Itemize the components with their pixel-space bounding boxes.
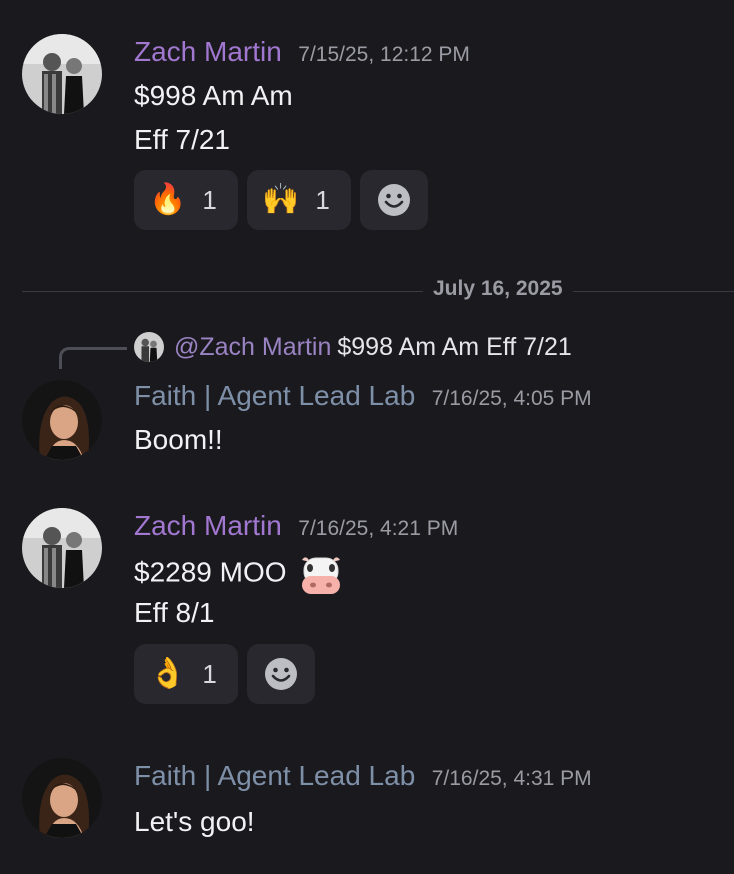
date-divider-line [22, 291, 734, 292]
reply-text: $998 Am Am Eff 7/21 [337, 332, 572, 361]
message-text: Let's goo! [134, 806, 255, 837]
reply-mention[interactable]: @Zach Martin [174, 333, 331, 362]
avatar-faith[interactable] [22, 380, 102, 460]
message-text-part: $2289 MOO [134, 556, 287, 588]
smiley-icon [265, 658, 297, 690]
date-divider: July 16, 2025 [423, 277, 573, 301]
reply-connector [59, 347, 127, 369]
avatar-zach-martin[interactable] [22, 508, 102, 588]
reply-preview[interactable]: @Zach Martin $998 Am Am Eff 7/21 [134, 332, 572, 362]
author-name[interactable]: Faith | Agent Lead Lab [134, 760, 415, 791]
reaction-ok-hand[interactable]: 👌 1 [134, 644, 238, 704]
raising-hands-emoji-icon: 🙌 [262, 183, 300, 216]
author-name[interactable]: Zach Martin [134, 510, 282, 541]
reaction-fire[interactable]: 🔥 1 [134, 170, 238, 230]
avatar-faith[interactable] [22, 758, 102, 838]
reaction-count: 1 [202, 184, 217, 215]
message-text: $998 Am Am [134, 80, 293, 111]
reactions-bar: 👌 1 [134, 644, 315, 704]
message-text: Eff 8/1 [134, 597, 215, 628]
ok-hand-emoji-icon: 👌 [149, 657, 187, 690]
message-text: Eff 7/21 [134, 124, 231, 155]
timestamp[interactable]: 7/15/25, 12:12 PM [298, 43, 470, 66]
reaction-count: 1 [315, 184, 330, 215]
message-text: Boom!! [134, 424, 223, 455]
reaction-raising-hands[interactable]: 🙌 1 [247, 170, 351, 230]
cow-face-icon [302, 557, 341, 594]
reply-avatar [134, 332, 164, 362]
add-reaction-button[interactable] [360, 170, 428, 230]
author-name[interactable]: Zach Martin [134, 36, 282, 67]
reaction-count: 1 [202, 658, 217, 689]
reactions-bar: 🔥 1 🙌 1 [134, 170, 428, 230]
smiley-icon [378, 184, 410, 216]
add-reaction-button[interactable] [247, 644, 315, 704]
timestamp[interactable]: 7/16/25, 4:31 PM [432, 767, 592, 790]
avatar-zach-martin[interactable] [22, 34, 102, 114]
timestamp[interactable]: 7/16/25, 4:05 PM [432, 387, 592, 410]
message-text: $2289 MOO [134, 552, 344, 596]
chat-messages: Zach Martin 7/15/25, 12:12 PM $998 Am Am… [0, 0, 734, 874]
timestamp[interactable]: 7/16/25, 4:21 PM [298, 517, 458, 540]
author-name[interactable]: Faith | Agent Lead Lab [134, 380, 415, 411]
fire-emoji-icon: 🔥 [149, 183, 187, 216]
